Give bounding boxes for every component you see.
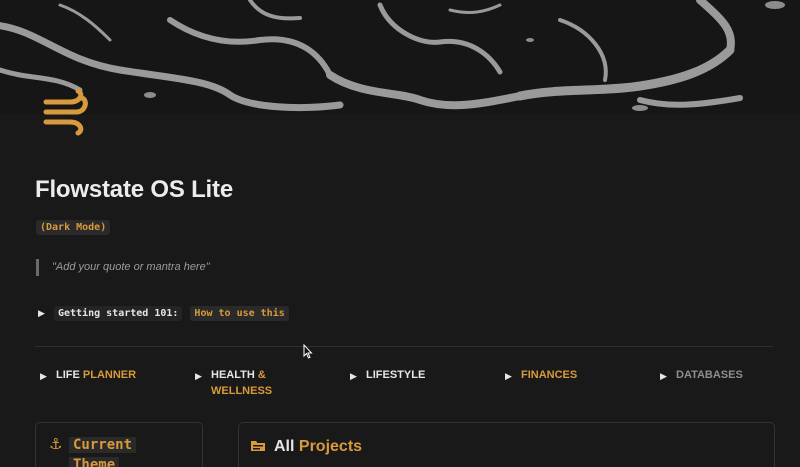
triangle-right-icon[interactable]: ▶ [505, 368, 517, 384]
triangle-right-icon[interactable]: ▶ [350, 368, 362, 384]
dark-mode-tag: (Dark Mode) [36, 220, 111, 235]
triangle-right-icon[interactable]: ▶ [660, 368, 672, 384]
nav-label: LIFESTYLE [366, 369, 426, 381]
mouse-cursor-icon [303, 343, 313, 364]
nav-label: DATABASES [676, 369, 743, 381]
triangle-right-icon[interactable]: ▶ [40, 368, 52, 384]
anchor-icon: ⚓ [49, 436, 63, 453]
nav-label: FINANCES [521, 369, 578, 381]
all-projects-title: All Projects [274, 438, 363, 455]
getting-started-toggle[interactable]: ▶ Getting started 101: How to use this [38, 306, 289, 321]
page-title: Flowstate OS Lite [35, 176, 233, 203]
divider [35, 346, 773, 347]
all-projects-card[interactable]: All Projects [238, 422, 775, 467]
folder-icon [250, 439, 266, 457]
getting-started-label: Getting started 101: [54, 306, 183, 321]
how-to-use-link[interactable]: How to use this [190, 306, 289, 321]
nav-label: HEALTH & WELLNESS [211, 369, 273, 397]
nav-life-planner[interactable]: ▶ LIFE PLANNER [40, 367, 136, 384]
triangle-right-icon[interactable]: ▶ [195, 368, 207, 384]
quote-block[interactable]: "Add your quote or mantra here" [36, 259, 210, 276]
cover-image [0, 0, 800, 114]
current-theme-card[interactable]: ⚓ Current Theme [35, 422, 203, 467]
nav-health-wellness[interactable]: ▶ HEALTH & WELLNESS [195, 367, 272, 399]
triangle-right-icon[interactable]: ▶ [38, 308, 50, 319]
nav-finances[interactable]: ▶ FINANCES [505, 367, 577, 384]
nav-label: LIFE PLANNER [56, 369, 137, 381]
nav-databases[interactable]: ▶ DATABASES [660, 367, 743, 384]
nav-lifestyle[interactable]: ▶ LIFESTYLE [350, 367, 425, 384]
wind-icon [40, 88, 92, 136]
current-theme-title: Current Theme [69, 435, 169, 467]
